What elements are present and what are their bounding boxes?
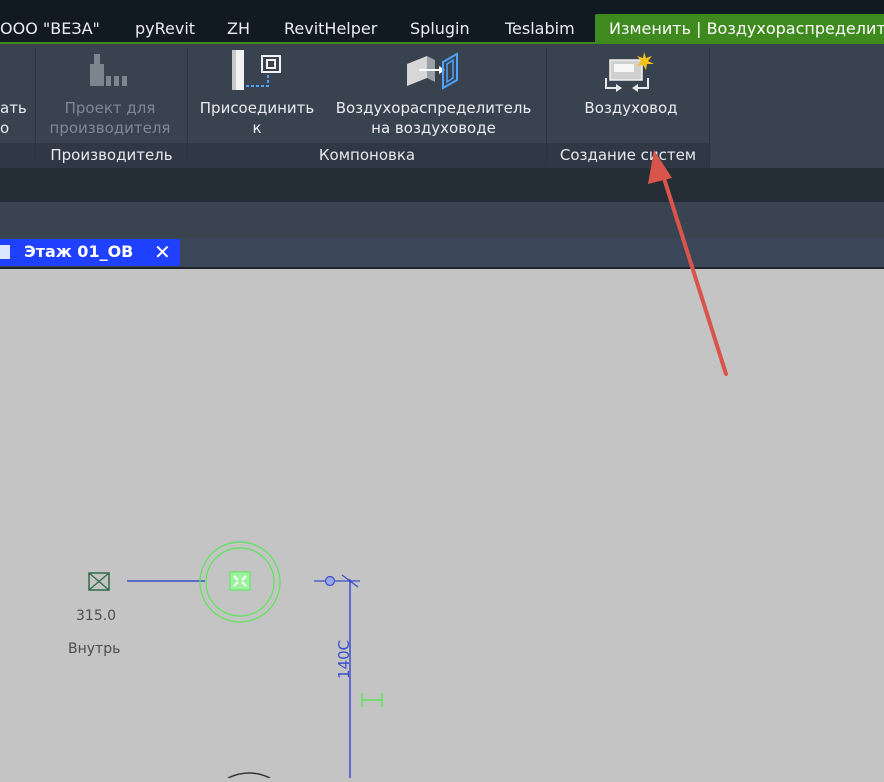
drawing-geometry — [88, 541, 383, 779]
project-button-line1: Проект для — [64, 99, 156, 117]
duct-dimension-label: 140С — [335, 639, 353, 679]
diffuser-button-line1: Воздухораспределитель — [335, 99, 532, 117]
air-terminal-symbol — [88, 572, 110, 591]
tab-modify-air-terminal[interactable]: Изменить | Воздухораспределит — [595, 14, 884, 44]
drawing-canvas[interactable]: 315.0 Внутрь 140С — [0, 269, 884, 779]
tab-zh[interactable]: ZH — [227, 14, 250, 44]
tab-splugin[interactable]: Splugin — [410, 14, 470, 44]
close-icon[interactable]: ✕ — [154, 240, 171, 264]
diffuser-icon — [407, 52, 458, 90]
document-icon — [0, 245, 10, 259]
connector-point — [324, 575, 336, 587]
connect-button-line1: Присоединить — [199, 99, 315, 117]
tab-teslabim[interactable]: Teslabim — [505, 14, 575, 44]
title-strip — [0, 0, 884, 14]
annotation-arrow — [648, 150, 728, 376]
project-icon — [90, 54, 127, 86]
duct-icon — [605, 52, 654, 92]
diffuser-grip — [229, 571, 251, 591]
partial-button-line1: ать — [0, 99, 27, 117]
group-manufacturer: Производитель — [50, 146, 173, 164]
view-tab-floor-01[interactable]: Этаж 01_ОВ ✕ — [0, 239, 180, 266]
terminal-location-label: Внутрь — [68, 641, 121, 657]
tab-pyrevit[interactable]: pyRevit — [135, 14, 195, 44]
ribbon-tab-bar: ООО "ВЕЗА" pyRevit ZH RevitHelper Splugi… — [0, 14, 884, 44]
duct-button-label: Воздуховод — [584, 99, 678, 117]
tab-revithelper[interactable]: RevitHelper — [284, 14, 377, 44]
dimension-marker — [361, 693, 383, 707]
terminal-size-label: 315.0 — [76, 608, 117, 624]
properties-strip — [0, 202, 884, 238]
options-bar — [0, 168, 884, 202]
tab-veza[interactable]: ООО "ВЕЗА" — [0, 14, 100, 44]
partial-button-line2: о — [0, 119, 10, 137]
group-layout: Компоновка — [318, 146, 416, 164]
diffuser-button-line2: на воздуховоде — [371, 119, 496, 137]
connect-button-line2: к — [252, 119, 262, 137]
view-tab-label: Этаж 01_ОВ — [24, 242, 134, 261]
connect-icon — [232, 50, 281, 90]
project-button-line2: производителя — [49, 119, 171, 137]
